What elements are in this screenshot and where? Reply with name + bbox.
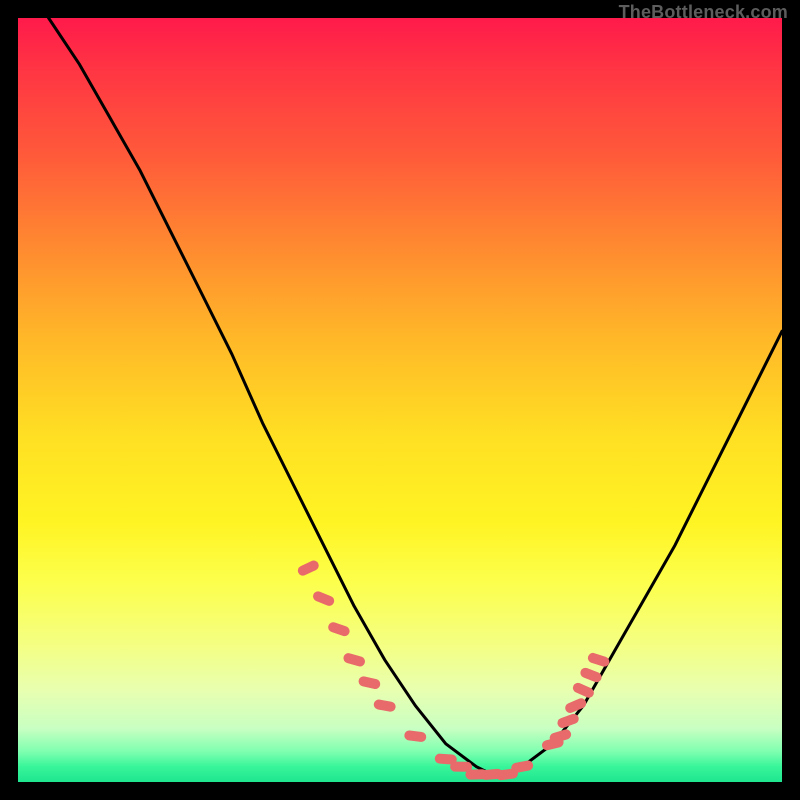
marker-point [510, 760, 534, 774]
marker-point [587, 652, 611, 668]
marker-point [358, 675, 382, 690]
marker-point [312, 590, 336, 608]
marker-point [296, 559, 320, 577]
marker-point [579, 666, 603, 683]
chart-stage: TheBottleneck.com [0, 0, 800, 800]
marker-point [404, 730, 427, 743]
marker-point [373, 699, 396, 713]
chart-plot-area [18, 18, 782, 782]
chart-svg [18, 18, 782, 782]
marker-point [327, 621, 351, 638]
marker-point [571, 681, 595, 699]
marker-point [342, 652, 366, 668]
bottleneck-curve [49, 18, 782, 774]
marker-point [564, 697, 588, 715]
